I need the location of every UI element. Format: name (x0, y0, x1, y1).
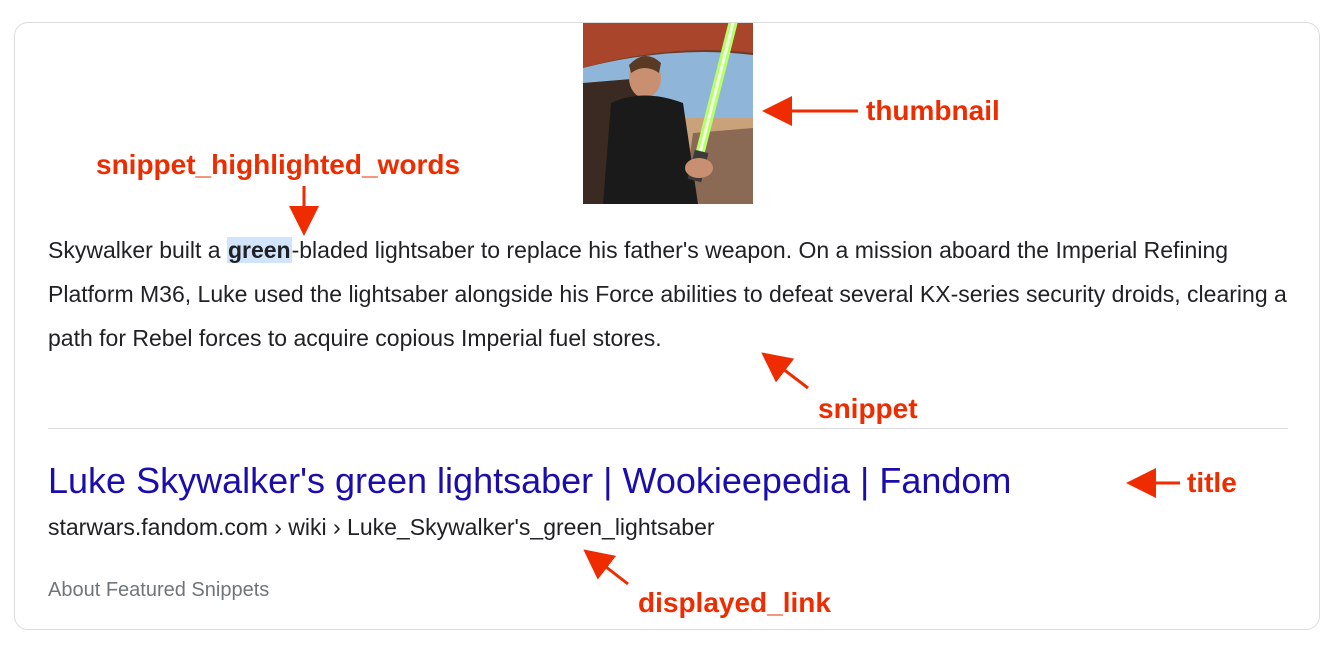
annotation-title: title (1187, 467, 1237, 498)
annotation-displayed-link: displayed_link (638, 587, 831, 618)
annotation-thumbnail: thumbnail (866, 95, 1000, 126)
snippet-highlighted-word: green (226, 237, 292, 263)
snippet-before: Skywalker built a (48, 237, 227, 263)
result-title-link[interactable]: Luke Skywalker's green lightsaber | Wook… (48, 459, 1011, 503)
about-featured-snippets-link[interactable]: About Featured Snippets (48, 576, 269, 604)
annotation-snippet: snippet (818, 393, 918, 424)
annotation-snippet-highlighted-words: snippet_highlighted_words (96, 149, 461, 180)
divider (48, 428, 1288, 429)
thumbnail-illustration (583, 23, 753, 204)
snippet-text: Skywalker built a green-bladed lightsabe… (48, 228, 1288, 360)
displayed-link: starwars.fandom.com › wiki › Luke_Skywal… (48, 514, 715, 540)
thumbnail-image[interactable] (583, 23, 753, 204)
